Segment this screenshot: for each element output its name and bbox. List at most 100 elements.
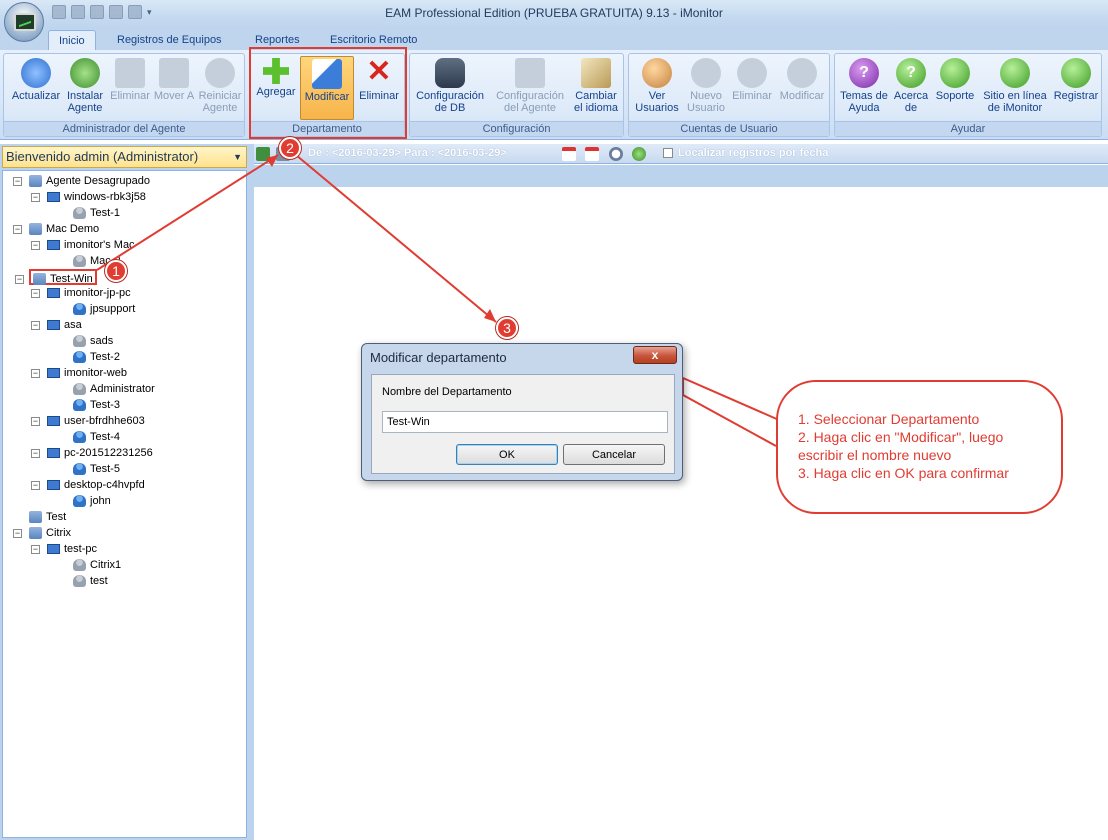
expander-icon[interactable]: − — [13, 177, 22, 186]
tree-node[interactable]: − Citrix — [13, 525, 72, 541]
tree-node[interactable]: − Test-Win — [15, 269, 97, 286]
export-icon[interactable] — [256, 147, 270, 161]
calendar-start-icon[interactable] — [562, 147, 576, 161]
tree-node[interactable]: − asa — [31, 317, 82, 333]
tree-node[interactable]: − test-pc — [31, 541, 97, 557]
close-icon[interactable]: x — [633, 346, 677, 364]
department-name-input[interactable] — [382, 411, 668, 433]
expander-icon[interactable]: − — [31, 369, 40, 378]
tree-node[interactable]: − user-bfrdhhe603 — [31, 413, 145, 429]
configuracion-agente-button[interactable]: Configuración del Agente — [490, 56, 570, 120]
tree-node[interactable]: Citrix1 — [73, 557, 121, 573]
expander-icon[interactable]: − — [31, 193, 40, 202]
computer-icon — [47, 448, 60, 459]
tree-node[interactable]: − pc-201512231256 — [31, 445, 153, 461]
user-selector[interactable]: Bienvenido admin (Administrator) ▼ — [2, 146, 247, 168]
tree-node[interactable]: − Agente Desagrupado — [13, 173, 150, 189]
tree-node[interactable]: Test-5 — [73, 461, 120, 477]
expander-icon[interactable]: − — [15, 275, 24, 284]
expander-icon[interactable]: − — [13, 529, 22, 538]
reiniciar-agente-button[interactable]: Reiniciar Agente — [196, 56, 244, 120]
tree-node[interactable]: Test — [29, 509, 66, 525]
tree-node[interactable]: Test-2 — [73, 349, 120, 365]
tab-inicio[interactable]: Inicio — [48, 30, 96, 50]
tree-node-label: asa — [64, 319, 82, 331]
modificar-usuario-button[interactable]: Modificar — [775, 56, 829, 120]
clock-icon[interactable] — [609, 147, 623, 161]
cambiar-idioma-button[interactable]: Cambiar el idioma — [570, 56, 622, 120]
go-icon[interactable] — [632, 147, 646, 161]
acerca-de-button[interactable]: ? Acerca de — [891, 56, 931, 120]
app-menu-button[interactable] — [4, 2, 44, 42]
cart-icon — [1061, 58, 1091, 88]
instructions-callout: 1. Seleccionar Departamento 2. Haga clic… — [776, 380, 1063, 514]
agent-config-icon — [515, 58, 545, 88]
expander-icon[interactable]: − — [31, 289, 40, 298]
instalar-agente-button[interactable]: Instalar Agente — [64, 56, 106, 120]
group-ayudar: ? Temas de Ayuda ? Acerca de Soporte Sitio… — [834, 53, 1102, 137]
tree-node-label: imonitor-jp-pc — [64, 287, 131, 299]
tree-node[interactable]: − windows-rbk3j58 — [31, 189, 146, 205]
user-icon — [73, 351, 86, 364]
tab-registros[interactable]: Registros de Equipos — [107, 30, 232, 50]
ver-usuarios-button[interactable]: Ver Usuarios — [631, 56, 683, 120]
expander-icon[interactable]: − — [31, 417, 40, 426]
install-icon — [70, 58, 100, 88]
title-bar: ▾ EAM Professional Edition (PRUEBA GRATU… — [0, 0, 1108, 28]
group-cuentas: Ver Usuarios Nuevo Usuario Eliminar Modi… — [628, 53, 830, 137]
tree-node-label: pc-201512231256 — [64, 447, 153, 459]
expander-icon[interactable]: − — [31, 321, 40, 330]
step-badge-2: 2 — [279, 137, 301, 159]
expander-icon[interactable]: − — [31, 241, 40, 250]
users-icon — [642, 58, 672, 88]
tree-node[interactable]: − imonitor-web — [31, 365, 127, 381]
tree-node-label: Citrix — [46, 527, 72, 539]
expander-icon[interactable]: − — [31, 481, 40, 490]
department-icon — [33, 273, 46, 286]
registrar-button[interactable]: Registrar — [1051, 56, 1101, 120]
temas-ayuda-button[interactable]: ? Temas de Ayuda — [837, 56, 891, 120]
ok-button[interactable]: OK — [456, 444, 558, 465]
expander-icon[interactable]: − — [13, 225, 22, 234]
help-icon: ? — [849, 58, 879, 88]
locate-by-date-checkbox[interactable] — [663, 148, 673, 158]
configuracion-db-button[interactable]: Configuración de DB — [412, 56, 488, 120]
tree-node[interactable]: test — [73, 573, 108, 589]
group-label: Cuentas de Usuario — [629, 121, 829, 136]
user-icon — [73, 399, 86, 412]
tree-node[interactable]: john — [73, 493, 111, 509]
expander-icon[interactable]: − — [31, 449, 40, 458]
cancel-button[interactable]: Cancelar — [563, 444, 665, 465]
tree-node[interactable]: − desktop-c4hvpfd — [31, 477, 145, 493]
tree-node[interactable]: − Mac Demo — [13, 221, 99, 237]
tree-node[interactable]: Test-4 — [73, 429, 120, 445]
tree-node-label: Agente Desagrupado — [46, 175, 150, 187]
tree-node[interactable]: − imonitor-jp-pc — [31, 285, 131, 301]
expander-icon[interactable]: − — [31, 545, 40, 554]
tree-node[interactable]: jpsupport — [73, 301, 135, 317]
mover-a-button[interactable]: Mover A — [152, 56, 196, 120]
tree-node[interactable]: sads — [73, 333, 113, 349]
tree-node[interactable]: Test-1 — [73, 205, 120, 221]
tree-node[interactable]: − imonitor's Mac — [31, 237, 135, 253]
actualizar-button[interactable]: Actualizar — [8, 56, 64, 120]
tree-node[interactable]: Test-3 — [73, 397, 120, 413]
dialog-title: Modificar departamento — [370, 350, 507, 365]
eliminar-usuario-button[interactable]: Eliminar — [729, 56, 775, 120]
tree-node-label: imonitor's Mac — [64, 239, 135, 251]
calendar-end-icon[interactable] — [585, 147, 599, 161]
tree-node-label: jpsupport — [90, 303, 136, 315]
soporte-button[interactable]: Soporte — [931, 56, 979, 120]
nuevo-usuario-button[interactable]: Nuevo Usuario — [683, 56, 729, 120]
group-label: Administrador del Agente — [4, 121, 244, 136]
sitio-en-linea-button[interactable]: Sitio en línea de iMonitor — [979, 56, 1051, 120]
database-icon — [435, 58, 465, 88]
departamento-highlight-box — [249, 47, 407, 139]
tree-node-label: Test-1 — [90, 207, 120, 219]
tree-node-label: sads — [90, 335, 114, 347]
tree-node-label: test — [90, 575, 108, 587]
tree-node-label: Citrix1 — [90, 559, 122, 571]
tree-node[interactable]: Administrator — [73, 381, 155, 397]
filter-bar: De : <2016-03-29> Para : <2016-03-29> Lo… — [254, 144, 1108, 164]
eliminar-agente-button[interactable]: Eliminar — [108, 56, 152, 120]
